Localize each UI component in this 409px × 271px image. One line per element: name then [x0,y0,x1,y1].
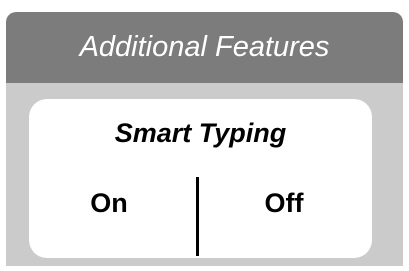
panel-header: Additional Features [6,12,403,83]
smart-typing-on-option[interactable]: On [69,181,149,225]
panel-title: Additional Features [79,31,330,63]
additional-features-panel: Additional Features Smart Typing On Off [6,12,403,266]
smart-typing-card: Smart Typing On Off [29,99,372,258]
toggle-divider [196,177,199,256]
smart-typing-title: Smart Typing [114,118,287,148]
smart-typing-off-option[interactable]: Off [244,181,324,225]
